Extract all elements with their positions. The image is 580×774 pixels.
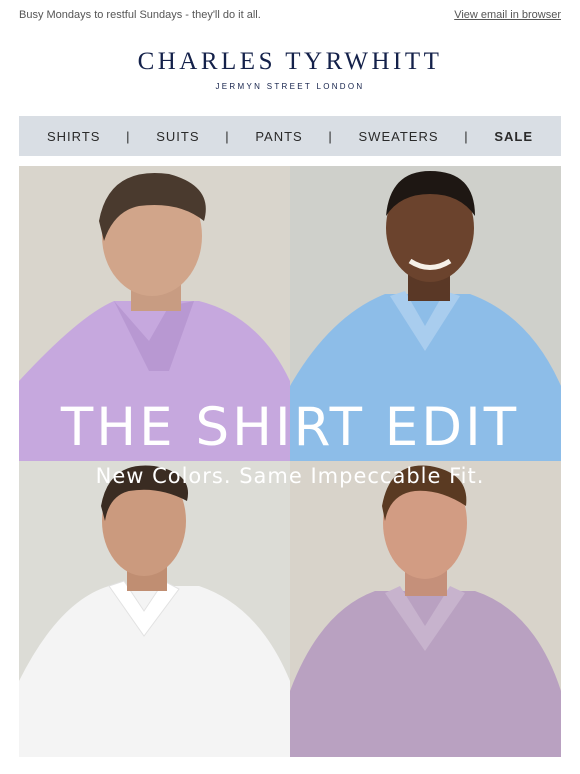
view-in-browser-link[interactable]: View email in browser — [454, 9, 561, 21]
nav-separator: | — [464, 128, 469, 144]
nav-item-sweaters[interactable]: SWEATERS — [359, 129, 439, 144]
nav-separator: | — [225, 128, 230, 144]
nav-item-sale[interactable]: SALE — [494, 129, 533, 144]
hero-subtitle: New Colors. Same Impeccable Fit. — [95, 464, 485, 488]
nav-item-shirts[interactable]: SHIRTS — [47, 129, 100, 144]
main-nav: SHIRTS | SUITS | PANTS | SWEATERS | SALE — [19, 116, 561, 156]
brand-logo[interactable]: CHARLES TYRWHITT JERMYN STREET LONDON — [0, 48, 580, 91]
hero-banner[interactable]: THE SHIRT EDIT New Colors. Same Impeccab… — [19, 166, 561, 757]
hero-title: THE SHIRT EDIT — [60, 397, 520, 458]
preheader: Busy Mondays to restful Sundays - they'l… — [19, 9, 561, 25]
nav-separator: | — [328, 128, 333, 144]
brand-tagline: JERMYN STREET LONDON — [215, 82, 365, 91]
nav-item-suits[interactable]: SUITS — [156, 129, 199, 144]
model-image-white-shirt — [19, 461, 290, 757]
nav-separator: | — [126, 128, 131, 144]
brand-name: CHARLES TYRWHITT — [137, 48, 443, 75]
nav-item-pants[interactable]: PANTS — [255, 129, 302, 144]
model-image-purple-check-shirt — [290, 461, 561, 757]
preheader-text: Busy Mondays to restful Sundays - they'l… — [19, 9, 261, 21]
